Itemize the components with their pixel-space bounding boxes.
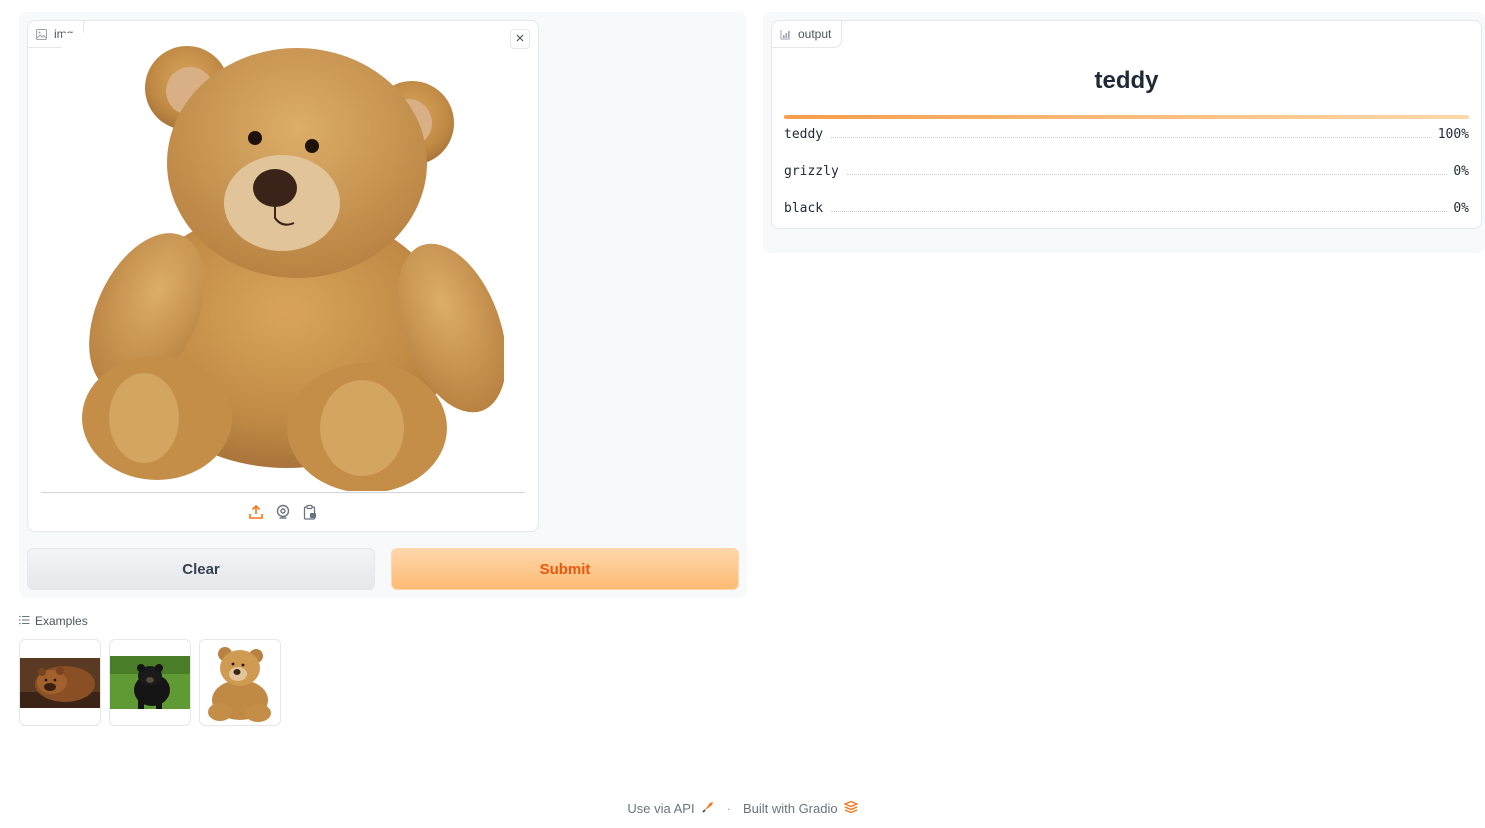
- example-teddy[interactable]: [199, 639, 281, 726]
- output-label: output: [772, 21, 843, 48]
- example-black-bear[interactable]: [109, 639, 191, 726]
- label-output: output teddy teddy 100% grizzly 0% black…: [771, 20, 1482, 229]
- list-icon: [19, 614, 30, 628]
- grizzly-bear-thumbnail: [20, 657, 100, 708]
- examples-header-text: Examples: [35, 614, 88, 628]
- confidence-bar-fill: [784, 115, 1469, 119]
- confidence-row: grizzly 0%: [784, 161, 1469, 179]
- uploaded-image: [62, 33, 507, 493]
- teddy-bear-thumbnail: [200, 641, 280, 724]
- black-bear-thumbnail: [110, 656, 190, 709]
- footer: Use via API · Built with Gradio: [0, 800, 1485, 817]
- close-icon: [515, 30, 525, 48]
- top-prediction: teddy: [1094, 67, 1159, 94]
- output-label-text: output: [798, 27, 832, 41]
- confidence-label: teddy: [784, 127, 824, 142]
- dotted-leader: [831, 211, 1448, 212]
- confidence-bar: [784, 115, 1469, 119]
- gradio-logo-icon: [842, 800, 859, 816]
- confidence-value: 0%: [1453, 164, 1469, 179]
- confidence-label: grizzly: [784, 164, 839, 179]
- api-link[interactable]: Use via API: [627, 801, 694, 816]
- dotted-leader: [846, 174, 1448, 175]
- clear-button[interactable]: Clear: [27, 548, 375, 590]
- image-input[interactable]: img: [27, 20, 539, 532]
- example-grizzly[interactable]: [19, 639, 101, 726]
- input-panel: img: [19, 12, 747, 598]
- image-source-bar: [28, 501, 538, 523]
- submit-button[interactable]: Submit: [391, 548, 739, 590]
- chart-icon: [780, 29, 791, 40]
- confidence-row: teddy 100%: [784, 124, 1469, 142]
- confidence-row: black 0%: [784, 198, 1469, 216]
- examples-header: Examples: [19, 614, 88, 628]
- output-panel: output teddy teddy 100% grizzly 0% black…: [763, 12, 1485, 253]
- dotted-leader: [831, 137, 1432, 138]
- upload-icon[interactable]: [247, 503, 265, 521]
- image-divider: [41, 492, 525, 493]
- teddy-bear-image: [62, 33, 507, 493]
- confidence-value: 100%: [1437, 127, 1469, 142]
- footer-separator: ·: [726, 801, 731, 816]
- webcam-icon[interactable]: [274, 503, 292, 521]
- confidence-value: 0%: [1453, 201, 1469, 216]
- image-icon: [36, 28, 47, 40]
- close-button[interactable]: [510, 29, 530, 49]
- gradio-link[interactable]: Built with Gradio: [743, 801, 838, 816]
- clipboard-icon[interactable]: [301, 503, 319, 521]
- rocket-icon: [701, 800, 715, 817]
- confidence-label: black: [784, 201, 824, 216]
